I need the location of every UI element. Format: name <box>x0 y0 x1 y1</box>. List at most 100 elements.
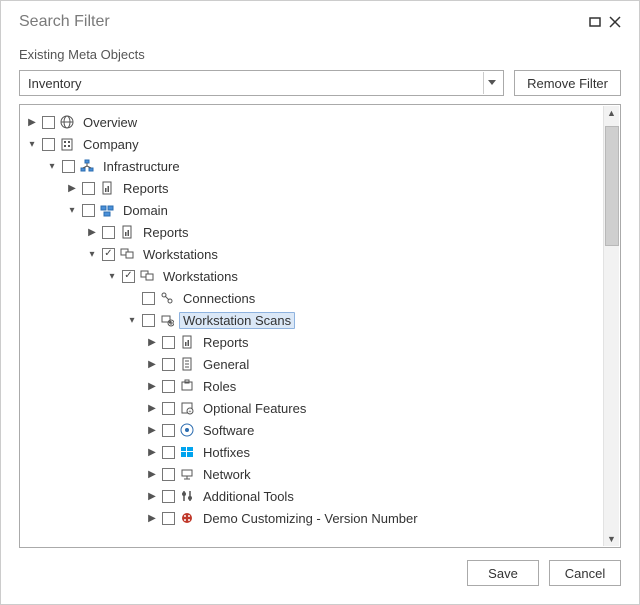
close-icon[interactable] <box>609 16 621 28</box>
expander-collapsed-icon[interactable]: ▶ <box>146 402 158 414</box>
checkbox[interactable] <box>82 182 95 195</box>
report-icon <box>179 334 195 350</box>
tree-row-connections[interactable]: ▶ Connections <box>126 287 618 309</box>
node-label: Demo Customizing - Version Number <box>199 510 422 527</box>
checkbox-checked[interactable] <box>102 248 115 261</box>
expander-collapsed-icon[interactable]: ▶ <box>146 490 158 502</box>
node-label: General <box>199 356 253 373</box>
checkbox[interactable] <box>62 160 75 173</box>
expander-collapsed-icon[interactable]: ▶ <box>146 512 158 524</box>
scroll-thumb[interactable] <box>605 126 619 246</box>
checkbox[interactable] <box>162 446 175 459</box>
checkbox[interactable] <box>142 292 155 305</box>
dialog-title: Search Filter <box>19 13 110 31</box>
checkbox[interactable] <box>162 380 175 393</box>
checkbox[interactable] <box>42 138 55 151</box>
node-label: Infrastructure <box>99 158 184 175</box>
inventory-combo[interactable]: Inventory <box>19 70 504 96</box>
expander-expanded-icon[interactable]: ▾ <box>106 270 118 282</box>
expander-expanded-icon[interactable]: ▾ <box>26 138 38 150</box>
document-icon <box>179 356 195 372</box>
expander-expanded-icon[interactable]: ▾ <box>46 160 58 172</box>
node-label: Workstations <box>159 268 242 285</box>
cancel-button[interactable]: Cancel <box>549 560 621 586</box>
checkbox[interactable] <box>42 116 55 129</box>
scan-icon <box>159 312 175 328</box>
workstation-group-icon <box>139 268 155 284</box>
tree-row-infrastructure[interactable]: ▾ Infrastructure <box>46 155 618 177</box>
tree-row-reports[interactable]: ▶ Reports <box>86 221 618 243</box>
expander-collapsed-icon[interactable]: ▶ <box>146 336 158 348</box>
save-button[interactable]: Save <box>467 560 539 586</box>
checkbox[interactable] <box>162 402 175 415</box>
tree-row-demo-customizing[interactable]: ▶ Demo Customizing - Version Number <box>146 507 618 529</box>
dialog-footer: Save Cancel <box>19 548 621 586</box>
tree-row-network[interactable]: ▶ Network <box>146 463 618 485</box>
node-label: Hotfixes <box>199 444 254 461</box>
checkbox-checked[interactable] <box>122 270 135 283</box>
checkbox[interactable] <box>162 336 175 349</box>
checkbox[interactable] <box>82 204 95 217</box>
report-icon <box>119 224 135 240</box>
checkbox[interactable] <box>162 468 175 481</box>
scroll-up-icon[interactable]: ▲ <box>607 106 616 120</box>
report-icon <box>99 180 115 196</box>
scroll-down-icon[interactable]: ▼ <box>607 532 616 546</box>
expander-collapsed-icon[interactable]: ▶ <box>146 468 158 480</box>
tree-row-roles[interactable]: ▶ Roles <box>146 375 618 397</box>
tree-row-reports[interactable]: ▶ Reports <box>146 331 618 353</box>
remove-filter-button[interactable]: Remove Filter <box>514 70 621 96</box>
window-controls <box>589 16 621 28</box>
expander-collapsed-icon[interactable]: ▶ <box>146 380 158 392</box>
section-label: Existing Meta Objects <box>19 47 621 62</box>
tree-row-workstation-scans[interactable]: ▾ Workstation Scans <box>126 309 618 331</box>
windows-icon <box>179 444 195 460</box>
node-label: Domain <box>119 202 172 219</box>
tree-row-optional-features[interactable]: ▶ + Optional Features <box>146 397 618 419</box>
tree-row-company[interactable]: ▾ Company <box>26 133 618 155</box>
checkbox[interactable] <box>162 424 175 437</box>
tree-row-software[interactable]: ▶ Software <box>146 419 618 441</box>
maximize-icon[interactable] <box>589 16 601 28</box>
expander-collapsed-icon[interactable]: ▶ <box>146 446 158 458</box>
svg-text:+: + <box>189 409 192 415</box>
expander-expanded-icon[interactable]: ▾ <box>86 248 98 260</box>
titlebar: Search Filter <box>19 9 621 41</box>
expander-collapsed-icon[interactable]: ▶ <box>146 358 158 370</box>
node-label: Overview <box>79 114 141 131</box>
expander-expanded-icon[interactable]: ▾ <box>126 314 138 326</box>
custom-icon <box>179 510 195 526</box>
expander-collapsed-icon[interactable]: ▶ <box>146 424 158 436</box>
tree-row-hotfixes[interactable]: ▶ Hotfixes <box>146 441 618 463</box>
tree-row-domain[interactable]: ▾ Domain <box>66 199 618 221</box>
expander-collapsed-icon[interactable]: ▶ <box>26 116 38 128</box>
search-filter-dialog: Search Filter Existing Meta Objects Inve… <box>0 0 640 605</box>
workstation-group-icon <box>119 246 135 262</box>
tree-row-general[interactable]: ▶ General <box>146 353 618 375</box>
node-label: Reports <box>199 334 253 351</box>
node-label: Company <box>79 136 143 153</box>
node-label: Connections <box>179 290 259 307</box>
tree-row-reports[interactable]: ▶ Reports <box>66 177 618 199</box>
software-icon <box>179 422 195 438</box>
connections-icon <box>159 290 175 306</box>
tree-row-overview[interactable]: ▶ Overview <box>26 111 618 133</box>
expander-expanded-icon[interactable]: ▾ <box>66 204 78 216</box>
tree-row-workstations[interactable]: ▾ Workstations <box>86 243 618 265</box>
expander-collapsed-icon[interactable]: ▶ <box>66 182 78 194</box>
expander-collapsed-icon[interactable]: ▶ <box>86 226 98 238</box>
checkbox[interactable] <box>162 358 175 371</box>
roles-icon <box>179 378 195 394</box>
network-node-icon <box>179 466 195 482</box>
checkbox[interactable] <box>162 490 175 503</box>
chevron-down-icon[interactable] <box>483 72 499 94</box>
meta-tree[interactable]: ▶ Overview ▾ Company <box>26 111 618 529</box>
scrollbar[interactable]: ▲ ▼ <box>603 106 619 546</box>
checkbox[interactable] <box>102 226 115 239</box>
tree-row-additional-tools[interactable]: ▶ Additional Tools <box>146 485 618 507</box>
node-label: Roles <box>199 378 240 395</box>
checkbox[interactable] <box>162 512 175 525</box>
node-label: Workstations <box>139 246 222 263</box>
checkbox[interactable] <box>142 314 155 327</box>
tree-row-workstations-inner[interactable]: ▾ Workstations <box>106 265 618 287</box>
